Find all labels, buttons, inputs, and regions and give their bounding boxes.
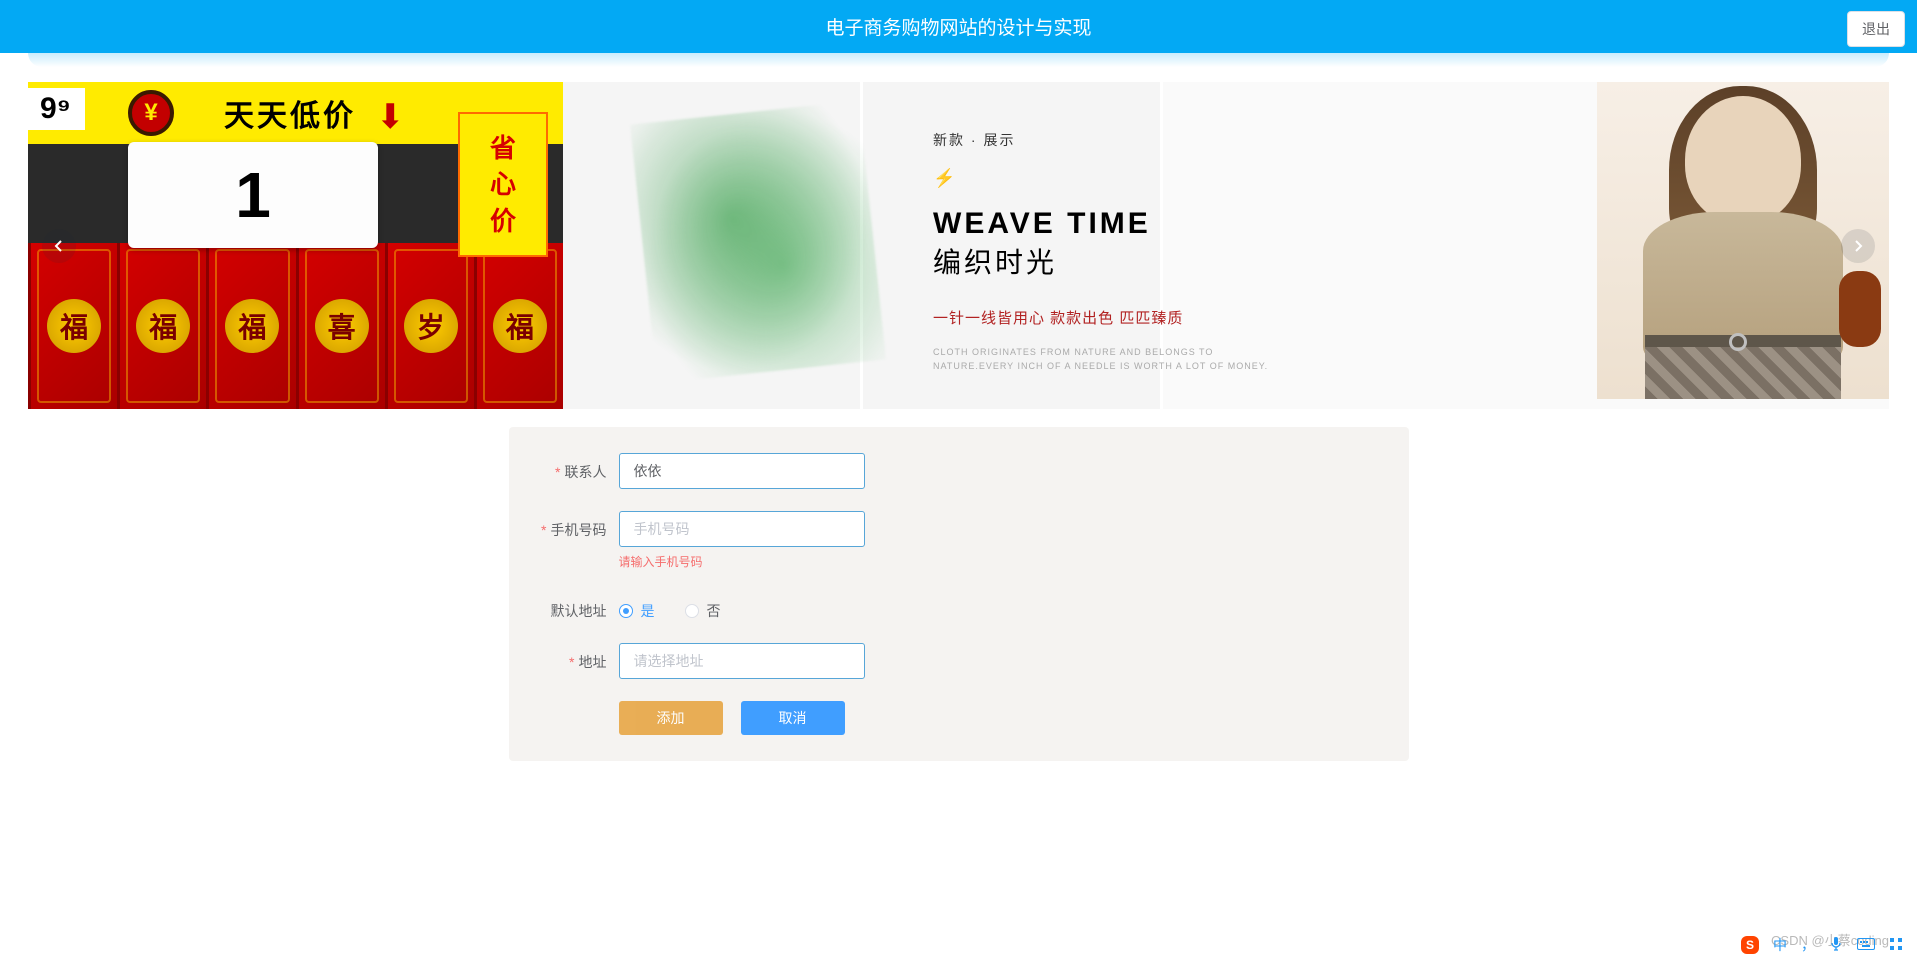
keyboard-icon[interactable]: [1857, 937, 1875, 953]
address-select[interactable]: [619, 643, 865, 679]
weave-grey-line-1: CLOTH ORIGINATES FROM NATURE AND BELONGS…: [933, 346, 1283, 360]
carousel-slide-left: 9⁹ ¥ 天天低价 ⬇ 省 心 价 1 福 福 福 喜 岁 福: [28, 82, 563, 409]
ime-menu-icon[interactable]: [1889, 937, 1903, 954]
carousel-prev-button[interactable]: [42, 229, 76, 263]
bolt-icon: ⚡: [933, 168, 1283, 189]
default-address-no-radio[interactable]: 否: [685, 601, 721, 621]
weave-title-en: WEAVE TIME: [933, 207, 1283, 241]
microphone-icon[interactable]: [1829, 936, 1843, 955]
default-address-label: 默认地址: [517, 592, 607, 621]
cancel-button[interactable]: 取消: [741, 701, 845, 735]
default-address-yes-radio[interactable]: 是: [619, 601, 655, 621]
ime-language-toggle[interactable]: 中: [1773, 935, 1787, 955]
weave-grey-line-2: NATURE.EVERY INCH OF A NEEDLE IS WORTH A…: [933, 360, 1283, 374]
radio-icon: [685, 604, 699, 618]
weave-small-title: 新款 · 展示: [933, 130, 1283, 150]
ime-logo-icon[interactable]: S: [1741, 936, 1759, 954]
address-form-panel: 联系人 手机号码 请输入手机号码 默认地址 是 否 地址: [509, 427, 1409, 761]
address-label: 地址: [517, 643, 607, 672]
ime-punctuation-toggle[interactable]: ，: [1801, 935, 1815, 955]
carousel-next-button[interactable]: [1841, 229, 1875, 263]
decoration-band: [28, 53, 1889, 67]
yen-icon: ¥: [128, 90, 174, 136]
radio-icon: [619, 604, 633, 618]
phone-label: 手机号码: [517, 511, 607, 540]
carousel-slide-right: 新款 · 展示 ⚡ WEAVE TIME 编织时光 一针一线皆用心 款款出色 匹…: [563, 82, 1889, 409]
ime-toolbar[interactable]: S 中 ，: [1741, 935, 1903, 955]
red-envelopes-row: 福 福 福 喜 岁 福: [28, 243, 563, 409]
palm-decoration: [630, 101, 886, 384]
price-sign: 1: [128, 142, 378, 248]
chevron-left-icon: [53, 240, 65, 252]
phone-error-text: 请输入手机号码: [619, 553, 865, 570]
radio-yes-label: 是: [641, 601, 655, 621]
contact-input[interactable]: [619, 453, 865, 489]
banner-carousel: 9⁹ ¥ 天天低价 ⬇ 省 心 价 1 福 福 福 喜 岁 福 新款 · 展示 …: [28, 82, 1889, 409]
contact-label: 联系人: [517, 453, 607, 482]
price-badge: 9⁹: [28, 88, 85, 130]
weave-red-line: 一针一线皆用心 款款出色 匹匹臻质: [933, 307, 1283, 328]
weave-title-cn: 编织时光: [933, 241, 1283, 281]
vertical-promo-text: 省 心 价: [458, 112, 548, 257]
page-title: 电子商务购物网站的设计与实现: [825, 13, 1091, 40]
low-price-text: 天天低价: [224, 91, 356, 135]
logout-button[interactable]: 退出: [1847, 11, 1905, 47]
radio-no-label: 否: [707, 601, 721, 621]
chevron-right-icon: [1852, 240, 1864, 252]
phone-input[interactable]: [619, 511, 865, 547]
arrow-down-icon: ⬇: [376, 97, 405, 137]
add-button[interactable]: 添加: [619, 701, 723, 735]
weave-text-block: 新款 · 展示 ⚡ WEAVE TIME 编织时光 一针一线皆用心 款款出色 匹…: [933, 130, 1283, 373]
